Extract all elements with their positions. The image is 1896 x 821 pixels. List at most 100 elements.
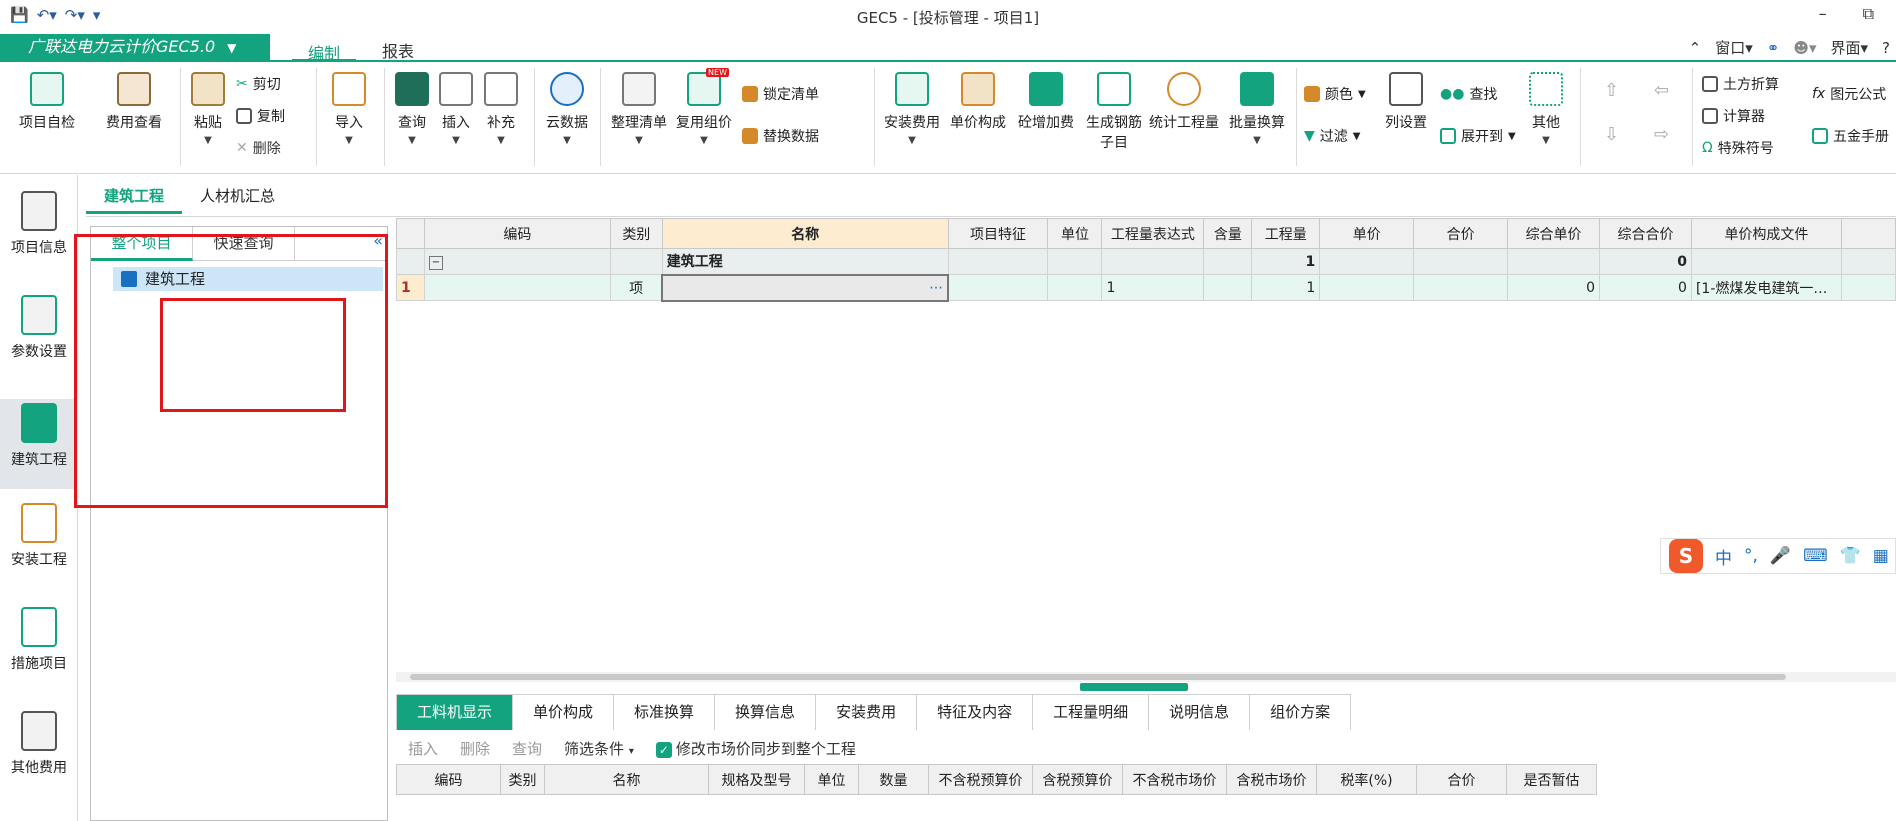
replace-data-button[interactable]: 替换数据 (742, 126, 819, 146)
col-provisional[interactable]: 是否暂估 (1506, 764, 1597, 795)
move-left-icon[interactable]: ⇦ (1654, 80, 1669, 101)
col-name[interactable]: 名称 (544, 764, 709, 795)
concrete-fee-button[interactable]: 砼增加费 (1014, 72, 1078, 132)
col-price[interactable]: 单价 (1319, 218, 1415, 249)
tab-building[interactable]: 建筑工程 (86, 178, 183, 214)
col-total[interactable]: 合价 (1413, 218, 1509, 249)
unit-compose-button[interactable]: 单价构成 (946, 72, 1010, 132)
interface-menu[interactable]: 界面▾ (1830, 37, 1868, 58)
col-feature[interactable]: 项目特征 (947, 218, 1049, 249)
col-market-incl-tax[interactable]: 含税市场价 (1226, 764, 1317, 795)
copy-button[interactable]: 复制 (236, 106, 285, 126)
tab-quick-query[interactable]: 快速查询 (193, 227, 295, 261)
tab-install-fee[interactable]: 安装费用 (815, 694, 918, 730)
hardware-manual-button[interactable]: 五金手册 (1812, 126, 1889, 146)
col-comp-price[interactable]: 综合单价 (1507, 218, 1601, 249)
more-icon[interactable]: ⋯ (929, 280, 943, 296)
col-qty[interactable]: 工程量 (1251, 218, 1321, 249)
earthwork-button[interactable]: 土方折算 (1702, 74, 1779, 94)
tab-unit-compose[interactable]: 单价构成 (512, 694, 615, 730)
collapse-ribbon-icon[interactable]: ⌃ (1689, 39, 1702, 57)
calculator-button[interactable]: 计算器 (1702, 106, 1765, 126)
col-unit[interactable]: 单位 (804, 764, 859, 795)
lock-list-button[interactable]: 锁定清单 (742, 84, 819, 104)
col-expr[interactable]: 工程量表达式 (1101, 218, 1205, 249)
tab-labor-material[interactable]: 人材机汇总 (182, 178, 293, 214)
move-up-icon[interactable]: ⇧ (1604, 80, 1619, 101)
tab-labor-display[interactable]: 工料机显示 (396, 694, 514, 730)
table-row[interactable]: − 建筑工程 1 0 (396, 248, 1896, 275)
microphone-icon[interactable]: 🎤 (1770, 546, 1791, 566)
others-button[interactable]: 其他 ▼ (1522, 72, 1570, 146)
arrange-list-button[interactable]: 整理清单 ▼ (606, 72, 672, 146)
stat-qty-button[interactable]: 统计工程量 (1146, 72, 1222, 132)
delete-button[interactable]: ✕ 删除 (236, 138, 281, 158)
skin-icon[interactable]: 👕 (1840, 546, 1861, 566)
col-total[interactable]: 合价 (1416, 764, 1507, 795)
special-symbol-button[interactable]: Ω 特殊符号 (1702, 138, 1774, 158)
app-brand-menu[interactable]: 广联达电力云计价GEC5.0 ▼ (0, 34, 270, 60)
tab-std-convert[interactable]: 标准换算 (613, 694, 716, 730)
nav-project-info[interactable]: 项目信息 (0, 191, 78, 281)
nav-install[interactable]: 安装工程 (0, 503, 78, 593)
col-name[interactable]: 名称 (661, 218, 949, 249)
panel-splitter[interactable] (1080, 683, 1188, 691)
keyboard-icon[interactable]: ⌨ (1803, 546, 1828, 566)
install-fee-button[interactable]: 安装费用 ▼ (880, 72, 944, 146)
query-button[interactable]: 查询 (512, 738, 542, 759)
color-button[interactable]: 颜色 ▼ (1304, 84, 1366, 104)
move-right-icon[interactable]: ⇨ (1654, 124, 1669, 145)
col-budget-incl-tax[interactable]: 含税预算价 (1032, 764, 1123, 795)
collapse-node-icon[interactable]: − (428, 256, 443, 270)
help-service-icon[interactable]: ⚭ (1767, 39, 1780, 57)
ime-toolbar[interactable]: S 中 °, 🎤 ⌨ 👕 ▦ (1660, 538, 1896, 574)
col-market-excl-tax[interactable]: 不含税市场价 (1122, 764, 1227, 795)
col-code[interactable]: 编码 (423, 218, 611, 249)
col-type[interactable]: 类别 (609, 218, 663, 249)
help-icon[interactable]: ? (1882, 39, 1890, 57)
ime-logo-icon[interactable]: S (1669, 539, 1703, 573)
delete-button[interactable]: 删除 (460, 738, 490, 759)
ime-lang[interactable]: 中 (1715, 544, 1732, 569)
import-button[interactable]: 导入 ▼ (328, 72, 370, 146)
col-tax-rate[interactable]: 税率(%) (1316, 764, 1417, 795)
filter-button[interactable]: ▼ 过滤 ▼ (1304, 126, 1360, 146)
restore-icon[interactable]: ⧉ (1863, 4, 1874, 24)
punctuation-icon[interactable]: °, (1744, 546, 1758, 566)
expand-to-button[interactable]: 展开到 ▼ (1440, 126, 1516, 146)
tree-node-building[interactable]: 建筑工程 (113, 267, 383, 291)
sync-market-price-checkbox[interactable]: ✓ 修改市场价同步到整个工程 (655, 738, 856, 759)
insert-button[interactable]: 插入 ▼ (436, 72, 476, 146)
col-quantity[interactable]: 数量 (858, 764, 929, 795)
minimize-icon[interactable]: – (1819, 4, 1827, 24)
user-icon[interactable]: ☻▾ (1793, 39, 1816, 57)
apps-icon[interactable]: ▦ (1873, 546, 1889, 566)
tab-description[interactable]: 说明信息 (1148, 694, 1251, 730)
nav-measures[interactable]: 措施项目 (0, 607, 78, 697)
batch-convert-button[interactable]: 批量换算 ▼ (1224, 72, 1290, 146)
gen-rebar-button[interactable]: 生成钢筋 子目 (1082, 72, 1146, 152)
tab-report[interactable]: 报表 (366, 38, 430, 61)
table-row[interactable]: 1 项 ⋯ 1 1 0 0 [1-燃煤发电建筑一… (396, 273, 1896, 302)
col-content[interactable]: 含量 (1203, 218, 1253, 249)
cut-button[interactable]: ✂ 剪切 (236, 74, 281, 94)
tab-edit[interactable]: 编制 (292, 40, 357, 63)
move-down-icon[interactable]: ⇩ (1604, 124, 1619, 145)
tab-convert-info[interactable]: 换算信息 (714, 694, 817, 730)
tab-qty-detail[interactable]: 工程量明细 (1032, 694, 1150, 730)
fee-view-button[interactable]: 费用查看 (98, 72, 170, 132)
filter-dropdown[interactable]: 筛选条件 ▾ (564, 738, 634, 759)
col-budget-excl-tax[interactable]: 不含税预算价 (928, 764, 1033, 795)
cloud-data-button[interactable]: 云数据 ▼ (542, 72, 592, 146)
window-menu[interactable]: 窗口▾ (1715, 37, 1753, 58)
supplement-button[interactable]: 补充 ▼ (480, 72, 522, 146)
nav-other-fees[interactable]: 其他费用 (0, 711, 78, 801)
col-code[interactable]: 编码 (396, 764, 501, 795)
col-comp-total[interactable]: 综合合价 (1599, 218, 1692, 249)
reuse-group-button[interactable]: NEW 复用组价 ▼ (672, 68, 736, 146)
tab-whole-project[interactable]: 整个项目 (91, 227, 193, 261)
col-type[interactable]: 类别 (500, 764, 545, 795)
scroll-thumb[interactable] (410, 674, 1786, 680)
name-edit-cell[interactable]: ⋯ (661, 273, 950, 302)
self-check-button[interactable]: 项目自检 (12, 72, 82, 132)
